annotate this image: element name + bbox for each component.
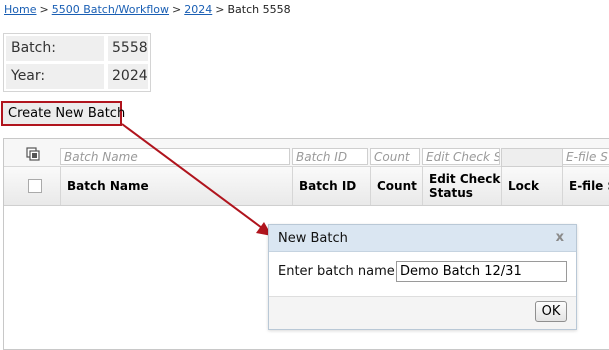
grid-filter-row: Batch Name Batch ID Count Edit Check S E… — [4, 139, 609, 167]
close-icon[interactable]: x — [556, 230, 564, 245]
batch-row: Batch: 5558 — [6, 36, 148, 61]
filter-count[interactable]: Count — [370, 148, 420, 165]
column-edit-check-status[interactable]: Edit Check Status — [422, 167, 501, 205]
breadcrumb-separator: > — [215, 3, 225, 16]
filter-batch-id[interactable]: Batch ID — [292, 148, 368, 165]
batch-name-input[interactable] — [396, 261, 567, 282]
year-row: Year: 2024 — [6, 64, 148, 89]
new-batch-dialog: New Batch x Enter batch name: OK — [268, 224, 577, 330]
batch-label: Batch: — [6, 36, 104, 61]
filter-lock[interactable] — [501, 148, 563, 167]
filter-efile-status[interactable]: E-file S — [562, 148, 609, 165]
column-efile-status[interactable]: E-file S — [562, 167, 609, 205]
breadcrumb-separator: > — [172, 3, 182, 16]
dialog-titlebar[interactable]: New Batch x — [269, 225, 576, 252]
column-batch-id[interactable]: Batch ID — [292, 167, 370, 205]
column-lock[interactable]: Lock — [501, 167, 562, 205]
filter-batch-name[interactable]: Batch Name — [60, 148, 290, 165]
filter-edit-check-status[interactable]: Edit Check S — [422, 148, 500, 165]
grid-header-row: Batch Name Batch ID Count Edit Check Sta… — [4, 167, 609, 206]
breadcrumb-workflow-link[interactable]: 5500 Batch/Workflow — [52, 3, 169, 16]
dialog-body: Enter batch name: — [269, 252, 576, 297]
breadcrumb-separator: > — [39, 3, 49, 16]
dialog-title: New Batch — [278, 231, 348, 246]
breadcrumb-year-link[interactable]: 2024 — [184, 3, 212, 16]
column-batch-name[interactable]: Batch Name — [60, 167, 292, 205]
year-value: 2024 — [108, 64, 148, 89]
ok-button[interactable]: OK — [535, 301, 567, 322]
column-edit-check-line1: Edit Check — [429, 172, 501, 186]
select-all-checkbox[interactable] — [28, 179, 42, 193]
copy-icon[interactable] — [26, 147, 40, 161]
year-label: Year: — [6, 64, 104, 89]
breadcrumb: Home >5500 Batch/Workflow >2024 > Batch 5558 — [4, 3, 291, 16]
breadcrumb-current: Batch 5558 — [227, 3, 291, 16]
select-all-header — [4, 167, 60, 205]
column-count[interactable]: Count — [370, 167, 422, 205]
batch-info-box: Batch: 5558 Year: 2024 — [3, 33, 151, 92]
batch-value: 5558 — [108, 36, 148, 61]
column-edit-check-line2: Status — [429, 186, 473, 200]
create-new-batch-button[interactable]: Create New Batch — [1, 101, 125, 126]
batch-name-label: Enter batch name: — [278, 264, 400, 279]
breadcrumb-home-link[interactable]: Home — [4, 3, 36, 16]
